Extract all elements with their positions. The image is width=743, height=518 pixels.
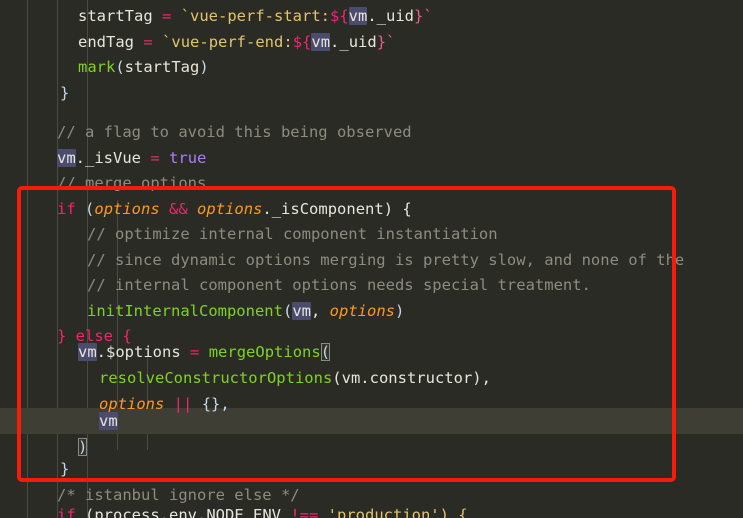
- code-token-comment: // optimize internal component instantia…: [87, 225, 498, 243]
- code-token-paren-open: (: [85, 200, 95, 218]
- code-token-bracket-match-close: ): [78, 438, 88, 456]
- code-token-isvue: ._isVue: [75, 149, 141, 167]
- code-token-equals: =: [162, 7, 172, 25]
- code-token-vm: vm: [78, 343, 97, 361]
- code-token-resolveconstructoroptions: resolveConstructorOptions: [99, 369, 333, 387]
- code-token-equals: =: [150, 149, 160, 167]
- code-token-initinternalcomponent: initInternalComponent: [87, 302, 283, 320]
- code-token-mergeoptions: mergeOptions: [208, 343, 321, 361]
- code-token-comma: ,: [310, 302, 330, 320]
- code-token-comment: // internal component options needs spec…: [87, 276, 591, 294]
- code-token-comment: // a flag to avoid this being observed: [57, 123, 412, 141]
- code-line-current[interactable]: vm: [99, 409, 743, 435]
- code-token-starttag-arg: startTag: [124, 58, 200, 76]
- code-editor[interactable]: startTag = `vue-perf-start:${vm._uid}` e…: [0, 0, 743, 518]
- code-token-paren-close: ): [394, 302, 405, 320]
- code-token-vm: vm: [292, 302, 311, 320]
- code-token-uid: ._uid: [367, 7, 415, 25]
- code-token-vm: vm: [348, 7, 368, 25]
- code-token-starttag: startTag: [78, 7, 153, 25]
- code-token-vm-constructor: (vm.constructor),: [332, 369, 491, 387]
- code-token-paren-open: (: [282, 302, 293, 320]
- code-token-dollar-options: .$options: [96, 343, 181, 361]
- code-token-production: 'production') {: [318, 506, 468, 518]
- code-token-close-brace-tick: }`: [376, 33, 396, 51]
- code-line[interactable]: vm.$options = mergeOptions(: [78, 340, 743, 366]
- code-line[interactable]: }: [60, 81, 743, 107]
- code-token-uid: ._uid: [330, 33, 377, 51]
- code-token-options: options: [329, 302, 395, 320]
- code-token-iscomponent: ._isComponent) {: [262, 200, 412, 218]
- code-token-brace-close: }: [60, 84, 70, 102]
- code-content[interactable]: startTag = `vue-perf-start:${vm._uid}` e…: [0, 0, 743, 518]
- code-token-mark: mark: [78, 58, 116, 76]
- code-token-paren-open: (: [115, 58, 125, 76]
- code-token-bracket-match-open: (: [320, 343, 331, 361]
- code-token-template-string: `vue-perf-start:: [180, 7, 330, 25]
- code-token-brace-close: }: [60, 460, 70, 478]
- code-token-options: options: [197, 200, 263, 218]
- code-line[interactable]: // merge options: [57, 171, 743, 197]
- code-line[interactable]: initInternalComponent(vm, options): [87, 299, 743, 325]
- code-token-dollar-brace: ${: [292, 33, 312, 51]
- code-token-vm: vm: [57, 149, 76, 167]
- code-line[interactable]: resolveConstructorOptions(vm.constructor…: [99, 366, 743, 392]
- code-token-dollar-brace: ${: [330, 7, 349, 25]
- code-token-vm: vm: [311, 33, 331, 51]
- code-token-strict-neq: !==: [290, 506, 319, 518]
- code-token-equals: =: [143, 33, 153, 51]
- code-line[interactable]: }: [60, 457, 743, 483]
- code-token-comment: // merge options: [57, 174, 207, 192]
- code-token-process-env: (process.env.NODE_ENV: [85, 506, 291, 518]
- code-line[interactable]: // optimize internal component instantia…: [87, 222, 743, 248]
- code-token-paren-close: ): [199, 58, 209, 76]
- code-token-options: options: [94, 200, 160, 218]
- code-line[interactable]: vm._isVue = true: [57, 146, 743, 172]
- code-token-comment: /* istanbul ignore else */: [57, 486, 300, 504]
- code-line[interactable]: // a flag to avoid this being observed: [57, 120, 743, 146]
- code-token-if: if: [57, 200, 76, 218]
- code-line[interactable]: if (options && options._isComponent) {: [57, 197, 743, 223]
- code-token-close-brace-tick: }`: [414, 7, 433, 25]
- code-line[interactable]: mark(startTag): [78, 55, 743, 81]
- code-token-if: if: [57, 506, 76, 518]
- code-line[interactable]: if (process.env.NODE_ENV !== 'production…: [57, 503, 743, 518]
- code-line[interactable]: startTag = `vue-perf-start:${vm._uid}`: [78, 4, 743, 30]
- code-line[interactable]: // internal component options needs spec…: [87, 273, 743, 299]
- code-token-endtag: endTag: [78, 33, 134, 51]
- code-token-and: &&: [169, 200, 188, 218]
- code-line[interactable]: // since dynamic options merging is pret…: [87, 248, 743, 274]
- code-token-vm: vm: [99, 412, 118, 430]
- code-token-equals: =: [190, 343, 200, 361]
- code-line[interactable]: endTag = `vue-perf-end:${vm._uid}`: [78, 30, 743, 56]
- code-token-template-string: `vue-perf-end:: [162, 33, 293, 51]
- code-token-true: true: [169, 149, 207, 167]
- code-token-comment: // since dynamic options merging is pret…: [87, 251, 685, 269]
